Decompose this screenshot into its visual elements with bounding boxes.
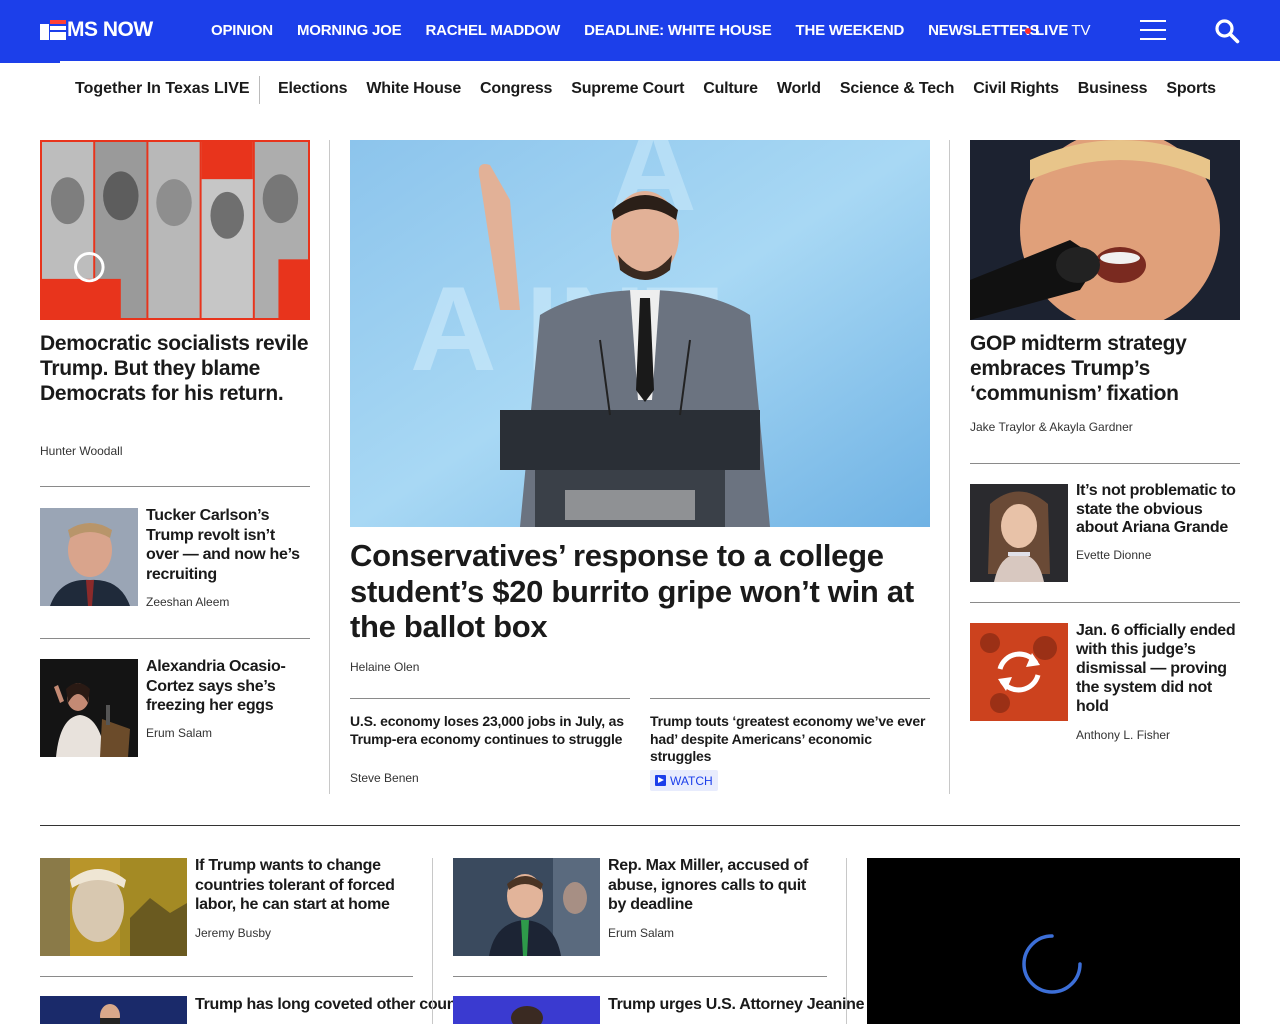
loading-spinner-icon [1021, 933, 1083, 995]
nav-rachel-maddow[interactable]: RACHEL MADDOW [425, 22, 560, 39]
bottom-col2-divider [453, 976, 827, 977]
nav-newsletters[interactable]: NEWSLETTERS [928, 22, 1039, 39]
center-sub-divider-2 [650, 698, 930, 699]
center-lead-headline[interactable]: Conservatives’ response to a college stu… [350, 538, 935, 645]
nav-morning-joe[interactable]: MORNING JOE [297, 22, 402, 39]
bottom-divider-1 [432, 858, 433, 1024]
live-label: LIVE [1035, 22, 1069, 39]
left-divider-2 [40, 638, 310, 639]
bottom-col1-item-1-byline: Jeremy Busby [195, 926, 272, 940]
bottom-divider-2 [846, 858, 847, 1024]
section-featured-link[interactable]: Together In Texas LIVE [75, 80, 250, 98]
section-sports[interactable]: Sports [1166, 80, 1216, 98]
live-suffix: TV [1071, 22, 1091, 39]
left-item-1-headline[interactable]: Tucker Carlson’s Trump revolt isn’t over… [146, 506, 310, 584]
watch-badge[interactable]: WATCH [650, 770, 718, 791]
right-divider-2 [970, 602, 1240, 603]
aoc-thumbnail[interactable] [40, 659, 138, 757]
right-lead-byline: Jake Traylor & Akayla Gardner [970, 420, 1133, 434]
center-sub-1-headline[interactable]: U.S. economy loses 23,000 jobs in July, … [350, 713, 630, 748]
watch-label: WATCH [670, 773, 713, 788]
bottom-col1-item-1-headline[interactable]: If Trump wants to change countries toler… [195, 856, 415, 915]
section-divider [40, 825, 1240, 826]
right-item-1-headline[interactable]: It’s not problematic to state the obviou… [1076, 482, 1244, 538]
center-lead-image[interactable]: A INT A [350, 140, 930, 527]
left-lead-byline: Hunter Woodall [40, 444, 123, 458]
nav-opinion[interactable]: OPINION [211, 22, 273, 39]
search-icon[interactable] [1214, 18, 1240, 44]
section-elections[interactable]: Elections [278, 80, 348, 98]
center-sub-divider-1 [350, 698, 630, 699]
bottom-col1-item-2-headline[interactable]: Trump has long coveted other countries’ … [195, 995, 544, 1015]
live-dot-icon [1025, 27, 1031, 34]
right-lead-image[interactable] [970, 140, 1240, 320]
column-divider-left [329, 140, 330, 794]
primary-nav: OPINION MORNING JOE RACHEL MADDOW DEADLI… [211, 22, 1063, 39]
left-divider-1 [40, 486, 310, 487]
section-nav-divider [259, 76, 260, 104]
live-tv-link[interactable]: LIVE TV [1025, 22, 1091, 39]
nav-the-weekend[interactable]: THE WEEKEND [796, 22, 905, 39]
right-lead-headline[interactable]: GOP midterm strategy embraces Trump’s ‘c… [970, 331, 1240, 406]
section-supreme-court[interactable]: Supreme Court [571, 80, 684, 98]
section-congress[interactable]: Congress [480, 80, 552, 98]
right-item-1-byline: Evette Dionne [1076, 548, 1152, 562]
left-item-1-byline: Zeeshan Aleem [146, 595, 230, 609]
ariana-thumbnail[interactable] [970, 484, 1068, 582]
left-lead-headline[interactable]: Democratic socialists revile Trump. But … [40, 331, 310, 406]
left-item-2-headline[interactable]: Alexandria Ocasio-Cortez says she’s free… [146, 657, 310, 716]
pirro-thumbnail[interactable] [453, 996, 600, 1024]
menu-icon[interactable] [1140, 20, 1166, 40]
bottom-col1-divider [40, 976, 413, 977]
bottom-col2-item-1-headline[interactable]: Rep. Max Miller, accused of abuse, ignor… [608, 856, 828, 915]
column-divider-right [949, 140, 950, 794]
logo-mark-icon [40, 20, 66, 40]
video-player[interactable] [867, 858, 1240, 1024]
center-lead-byline: Helaine Olen [350, 660, 420, 674]
tucker-thumbnail[interactable] [40, 508, 138, 606]
section-white-house[interactable]: White House [366, 80, 461, 98]
section-science-tech[interactable]: Science & Tech [840, 80, 954, 98]
right-divider-1 [970, 463, 1240, 464]
center-sub-2-headline[interactable]: Trump touts ‘greatest economy we’ve ever… [650, 713, 930, 766]
left-item-2-byline: Erum Salam [146, 726, 213, 740]
left-lead-image[interactable] [40, 140, 310, 320]
section-civil-rights[interactable]: Civil Rights [973, 80, 1059, 98]
bottom-col2-item-2-headline[interactable]: Trump urges U.S. Attorney Jeanine Pirro … [608, 995, 981, 1015]
bottom-col2-item-1-byline: Erum Salam [608, 926, 675, 940]
forced-labor-thumbnail[interactable] [40, 858, 187, 956]
top-bar: MS NOW OPINION MORNING JOE RACHEL MADDOW… [0, 0, 1280, 61]
right-item-2-byline: Anthony L. Fisher [1076, 728, 1171, 742]
brand-logo[interactable]: MS NOW [40, 18, 153, 42]
section-world[interactable]: World [777, 80, 821, 98]
right-item-2-headline[interactable]: Jan. 6 officially ended with this judge’… [1076, 621, 1244, 716]
play-icon [655, 775, 666, 786]
oil-thumbnail[interactable] [40, 996, 187, 1024]
section-nav: Together In Texas LIVE Elections White H… [0, 76, 1280, 106]
section-business[interactable]: Business [1078, 80, 1148, 98]
nav-deadline-white-house[interactable]: DEADLINE: WHITE HOUSE [584, 22, 772, 39]
nav-accent-line [0, 61, 60, 63]
section-culture[interactable]: Culture [703, 80, 758, 98]
max-miller-thumbnail[interactable] [453, 858, 600, 956]
center-sub-1-byline: Steve Benen [350, 771, 419, 785]
brand-name: MS NOW [67, 18, 153, 41]
jan6-thumbnail[interactable] [970, 623, 1068, 721]
